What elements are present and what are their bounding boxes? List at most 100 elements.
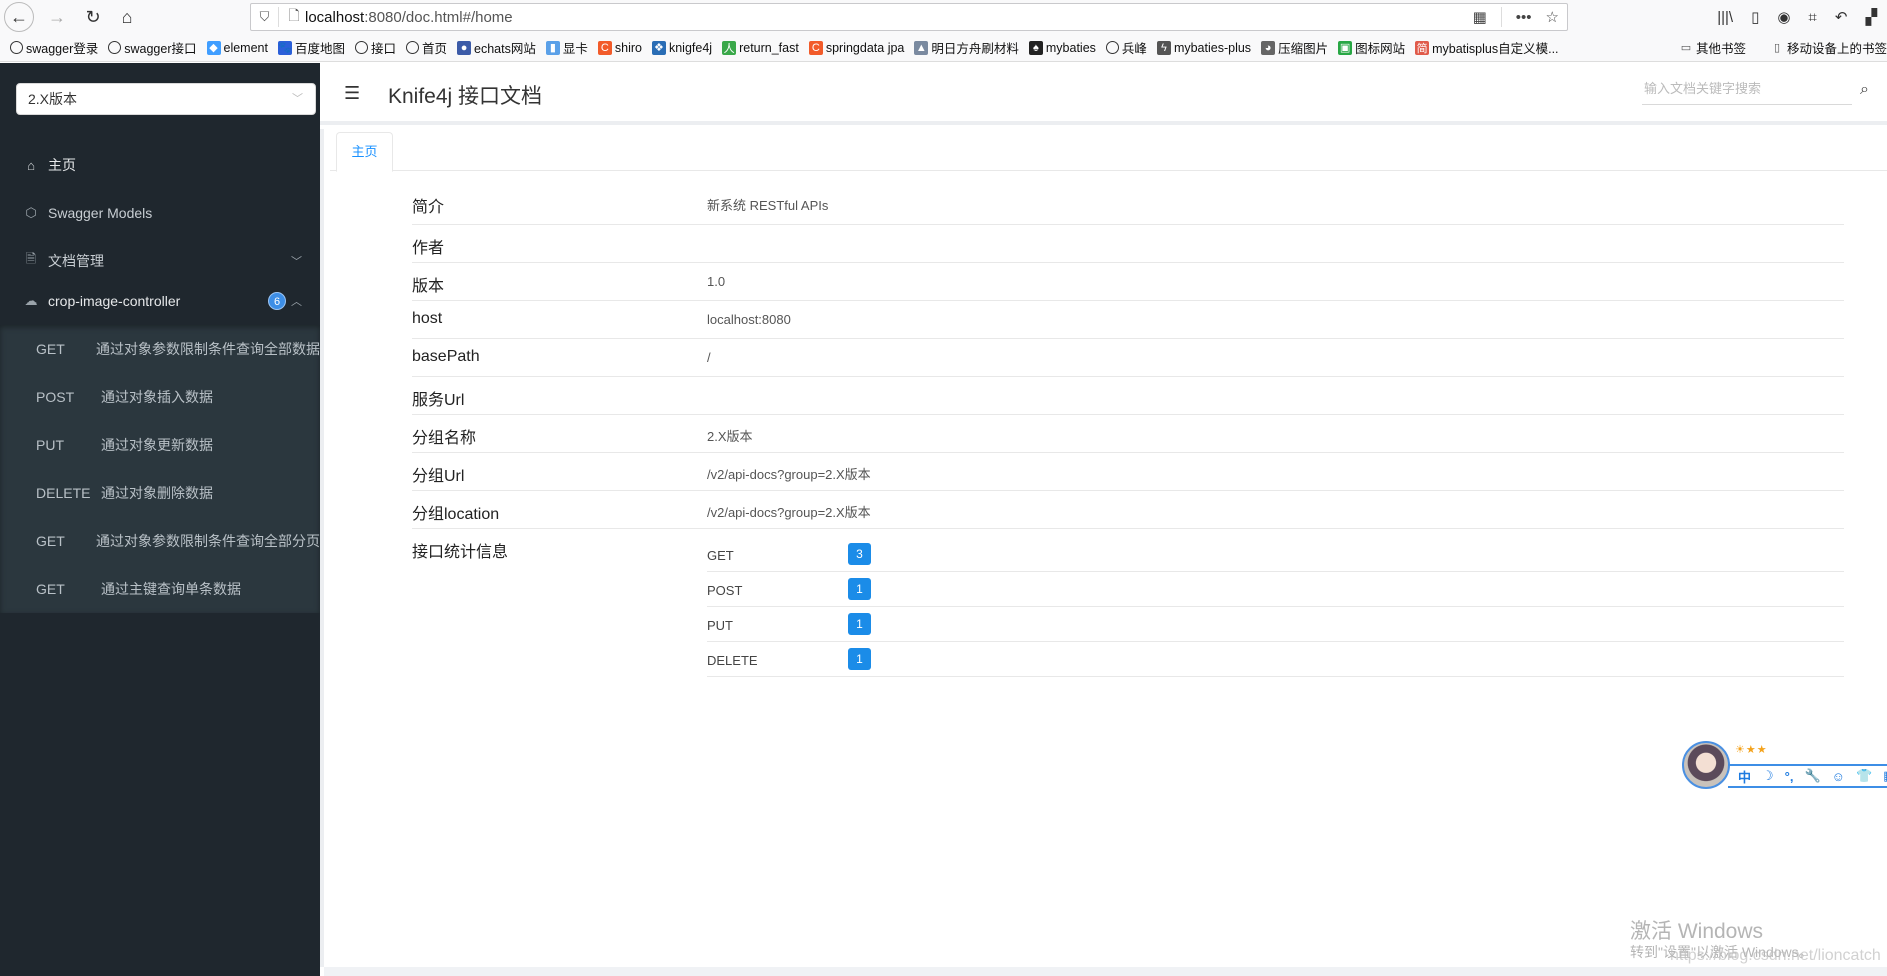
- qr-code-icon[interactable]: ▦: [1473, 8, 1487, 26]
- punctuation-icon[interactable]: °,: [1785, 769, 1794, 784]
- group-select[interactable]: 2.X版本 ﹀: [16, 83, 316, 115]
- undo-icon[interactable]: ↶: [1835, 8, 1848, 26]
- info-key: 接口统计信息: [412, 544, 509, 561]
- bookmark-item[interactable]: swagger接口: [108, 38, 197, 57]
- bookmark-item[interactable]: ▮ 显卡: [545, 38, 588, 57]
- bookmark-item[interactable]: 简 mybatisplus自定义模...: [1415, 38, 1559, 57]
- moon-icon[interactable]: ☽: [1762, 768, 1774, 784]
- info-value: 1.0: [707, 274, 726, 289]
- forward-button[interactable]: →: [42, 2, 72, 32]
- home-button[interactable]: ⌂: [112, 2, 142, 32]
- sidebar-api-item[interactable]: DELETE 通过对象删除数据: [0, 469, 320, 517]
- bookmark-item[interactable]: 接口: [355, 38, 396, 57]
- wrench-icon[interactable]: 🔧: [1804, 768, 1820, 784]
- sidebar-api-item[interactable]: GET 通过对象参数限制条件查询全部数据: [0, 325, 320, 373]
- bookmark-folder[interactable]: ▯ 移动设备上的书签: [1770, 38, 1887, 57]
- skin-icon[interactable]: 👕: [1856, 768, 1872, 784]
- mobile-icon: ▯: [1773, 42, 1781, 54]
- bookmark-item[interactable]: ♠ mybaties: [1028, 40, 1096, 55]
- avatar[interactable]: [1682, 741, 1730, 789]
- c-icon: C: [597, 40, 612, 55]
- extensions-icon[interactable]: ▞: [1865, 8, 1877, 26]
- tab-home[interactable]: 主页: [336, 132, 393, 172]
- bottom-scrollbar[interactable]: [324, 967, 1887, 976]
- bookmark-item[interactable]: swagger登录: [10, 38, 98, 57]
- info-value: localhost:8080: [707, 312, 791, 327]
- sidebar-item-label: crop-image-controller: [48, 293, 181, 309]
- chinese-mode-icon[interactable]: 中: [1738, 767, 1751, 786]
- http-method: GET: [36, 533, 65, 549]
- bookmark-item[interactable]: ▣ 图标网站: [1338, 38, 1405, 57]
- csdn-watermark: https://blog.csdn.net/lioncatch: [1670, 947, 1881, 964]
- info-value: /v2/api-docs?group=2.X版本: [707, 505, 871, 520]
- library-icon[interactable]: |||\: [1717, 9, 1733, 26]
- bookmark-star-icon[interactable]: ☆: [1546, 8, 1559, 26]
- url-path: :8080/doc.html#/home: [364, 8, 513, 26]
- page-actions-icon[interactable]: •••: [1516, 9, 1532, 26]
- bookmark-item[interactable]: 人 return_fast: [722, 40, 799, 55]
- bookmark-item[interactable]: 兵峰: [1105, 38, 1147, 57]
- toolbox-icon[interactable]: ▦: [1883, 768, 1887, 784]
- bookmark-item[interactable]: Cspringdata jpa: [808, 40, 904, 55]
- sidebar-api-item[interactable]: GET 通过对象参数限制条件查询全部分页: [0, 517, 320, 565]
- search-field[interactable]: [1642, 77, 1852, 105]
- bookmark-item[interactable]: ϟ mybaties-plus: [1156, 40, 1251, 55]
- search-icon[interactable]: ⌕: [1860, 81, 1869, 99]
- api-description: 通过对象参数限制条件查询全部数据: [96, 341, 320, 357]
- group-select-value: 2.X版本: [28, 91, 78, 107]
- api-description: 通过对象参数限制条件查询全部分页: [96, 533, 320, 549]
- sidebar-api-item[interactable]: GET 通过主键查询单条数据: [0, 565, 320, 613]
- sidebar-api-item[interactable]: PUT 通过对象更新数据: [0, 421, 320, 469]
- bookmark-item[interactable]: Cshiro: [597, 40, 642, 55]
- sidebar-item-swagger-models[interactable]: ⬡ Swagger Models: [0, 189, 320, 237]
- info-value: 新系统 RESTful APIs: [707, 198, 829, 213]
- bookmarks-bar: swagger登录 swagger接口 ◆ element 🐾 百度地图 接口 首页 ● echa…: [0, 34, 1887, 62]
- account-icon[interactable]: ◉: [1777, 8, 1790, 26]
- sidebar-item-label: 文档管理: [48, 253, 104, 269]
- menu-collapse-icon[interactable]: ☰: [344, 83, 360, 104]
- info-row: 简介 新系统 RESTful APIs: [412, 181, 1844, 225]
- gpu-icon: ▮: [545, 40, 560, 55]
- api-description: 通过对象删除数据: [101, 485, 213, 501]
- info-key: 简介: [412, 199, 445, 216]
- info-row-stats: 接口统计信息 GET 3 POST 1 PUT 1 DELETE 1: [412, 529, 1844, 677]
- info-value: 2.X版本: [707, 429, 753, 444]
- tab-bar: 主页: [330, 129, 1887, 172]
- info-key: 服务Url: [412, 392, 465, 409]
- bookmark-item[interactable]: 🐾 百度地图: [277, 38, 345, 57]
- info-row: 服务Url: [412, 377, 1844, 415]
- folder-icon: ▭: [1680, 42, 1692, 54]
- bookmark-label: 压缩图片: [1278, 42, 1329, 56]
- bookmark-label: return_fast: [739, 40, 799, 55]
- back-button[interactable]: ←: [4, 2, 34, 32]
- bookmark-label: 兵峰: [1121, 42, 1147, 56]
- http-method: PUT: [707, 618, 733, 633]
- info-row: host localhost:8080: [412, 301, 1844, 339]
- page-info-icon[interactable]: 🗋: [283, 5, 305, 29]
- sidebar-api-item[interactable]: POST 通过对象插入数据: [0, 373, 320, 421]
- screenshot-icon[interactable]: ⌗: [1808, 9, 1816, 26]
- level-stars: ☀★★: [1735, 744, 1768, 756]
- home-icon: ⌂: [121, 6, 133, 27]
- bookmark-item[interactable]: ▲ 明日方舟刷材料: [914, 38, 1019, 57]
- bookmark-folder[interactable]: ▭ 其他书签: [1679, 38, 1746, 57]
- api-count-badge: 6: [268, 292, 286, 310]
- emoji-icon[interactable]: ☺: [1832, 769, 1845, 784]
- bookmark-item[interactable]: ◕ 压缩图片: [1261, 38, 1328, 57]
- bookmark-item[interactable]: 首页: [406, 38, 447, 57]
- tracking-shield-icon[interactable]: ⛉: [251, 7, 279, 27]
- reload-button[interactable]: ↻: [78, 2, 108, 32]
- search-input[interactable]: [1644, 81, 1850, 96]
- cube-icon: ⬡: [25, 205, 37, 220]
- api-description: 通过主键查询单条数据: [101, 581, 241, 597]
- sidebar-toggle-icon[interactable]: ▯: [1751, 8, 1759, 26]
- bookmark-item[interactable]: ● echats网站: [457, 38, 536, 57]
- bookmark-item[interactable]: ❖ knigfe4j: [651, 40, 712, 55]
- page-title: Knife4j 接口文档: [388, 85, 543, 108]
- sidebar-item-crop-image-controller[interactable]: ☁ crop-image-controller 6 ︿: [0, 277, 320, 325]
- url-bar[interactable]: ⛉ 🗋 localhost:8080/doc.html#/home ▦ ••• …: [250, 3, 1568, 31]
- sidebar-item-home[interactable]: ⌂ 主页: [0, 141, 320, 189]
- bookmark-item[interactable]: ◆ element: [206, 40, 268, 55]
- app-header: ☰ Knife4j 接口文档 ⌕: [320, 63, 1887, 125]
- sidebar: 2.X版本 ﹀ ⌂ 主页 ⬡ Swagger Models 🗎 文档管理 ﹀ ☁…: [0, 63, 320, 976]
